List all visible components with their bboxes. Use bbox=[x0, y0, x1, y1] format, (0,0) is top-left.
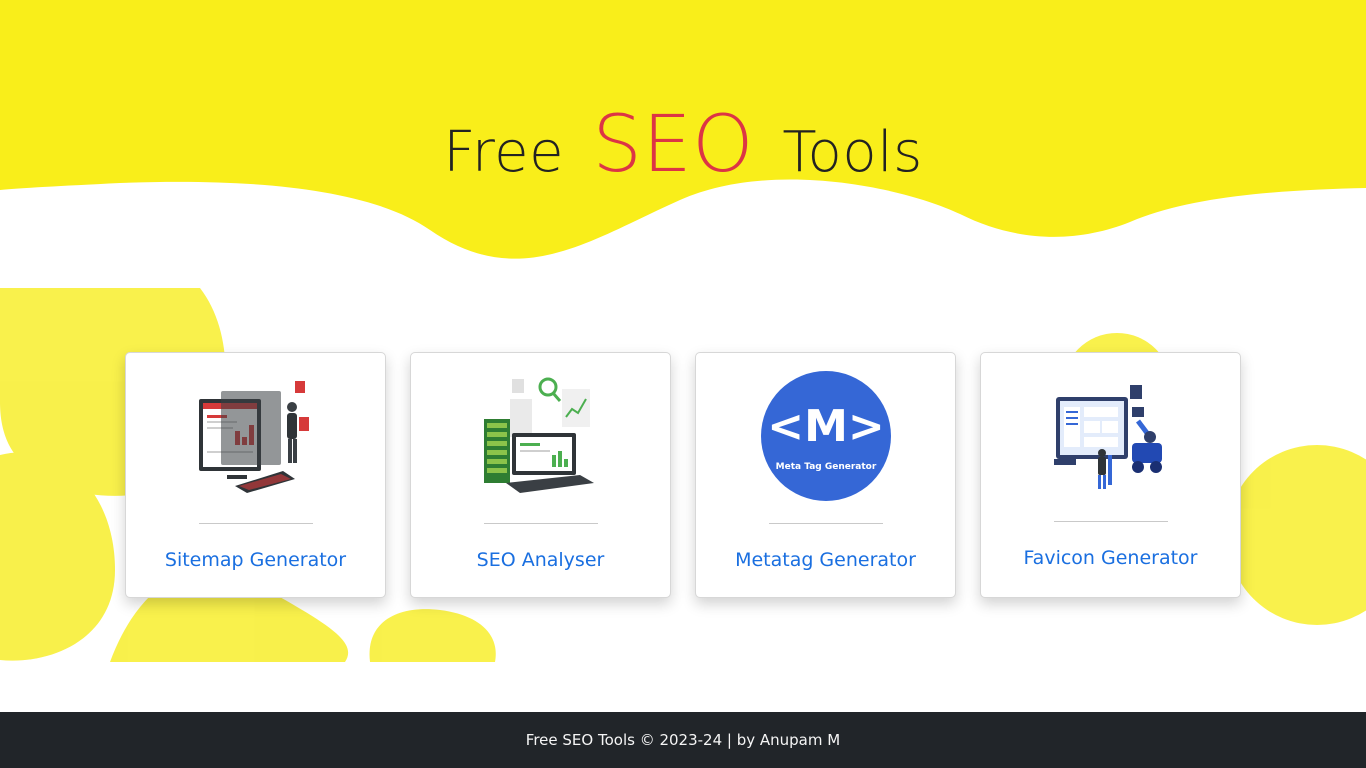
tool-link-sitemap-generator[interactable]: Sitemap Generator bbox=[126, 549, 385, 571]
tool-card-favicon-generator[interactable]: Favicon Generator bbox=[980, 352, 1241, 598]
tool-card-seo-analyser[interactable]: SEO Analyser bbox=[410, 352, 671, 598]
tool-link-favicon-generator[interactable]: Favicon Generator bbox=[981, 547, 1240, 569]
footer: Free SEO Tools © 2023-24 | by Anupam M bbox=[0, 712, 1366, 768]
tool-link-seo-analyser[interactable]: SEO Analyser bbox=[411, 549, 670, 571]
tools-grid: Sitemap Generator SEO Analyser <M> Meta … bbox=[125, 352, 1241, 598]
meta-tag-generator-logo-icon: <M> Meta Tag Generator bbox=[761, 371, 891, 501]
title-suffix: Tools bbox=[782, 120, 923, 185]
tool-link-metatag-generator[interactable]: Metatag Generator bbox=[696, 549, 955, 571]
footer-text: Free SEO Tools © 2023-24 | by Anupam M bbox=[525, 731, 841, 749]
seo-analyser-illustration-icon bbox=[484, 377, 594, 493]
tool-card-sitemap-generator[interactable]: Sitemap Generator bbox=[125, 352, 386, 598]
card-divider bbox=[484, 523, 598, 524]
logo-letter: <M> bbox=[767, 401, 885, 452]
title-prefix: Free bbox=[443, 120, 565, 185]
card-divider bbox=[199, 523, 313, 524]
page-title: Free SEO Tools bbox=[0, 100, 1366, 190]
sitemap-illustration-icon bbox=[199, 381, 309, 493]
card-divider bbox=[769, 523, 883, 524]
title-accent: SEO bbox=[592, 100, 755, 190]
card-divider bbox=[1054, 521, 1168, 522]
tool-card-metatag-generator[interactable]: <M> Meta Tag Generator Metatag Generator bbox=[695, 352, 956, 598]
logo-caption: Meta Tag Generator bbox=[776, 462, 877, 472]
favicon-illustration-icon bbox=[1054, 385, 1162, 489]
